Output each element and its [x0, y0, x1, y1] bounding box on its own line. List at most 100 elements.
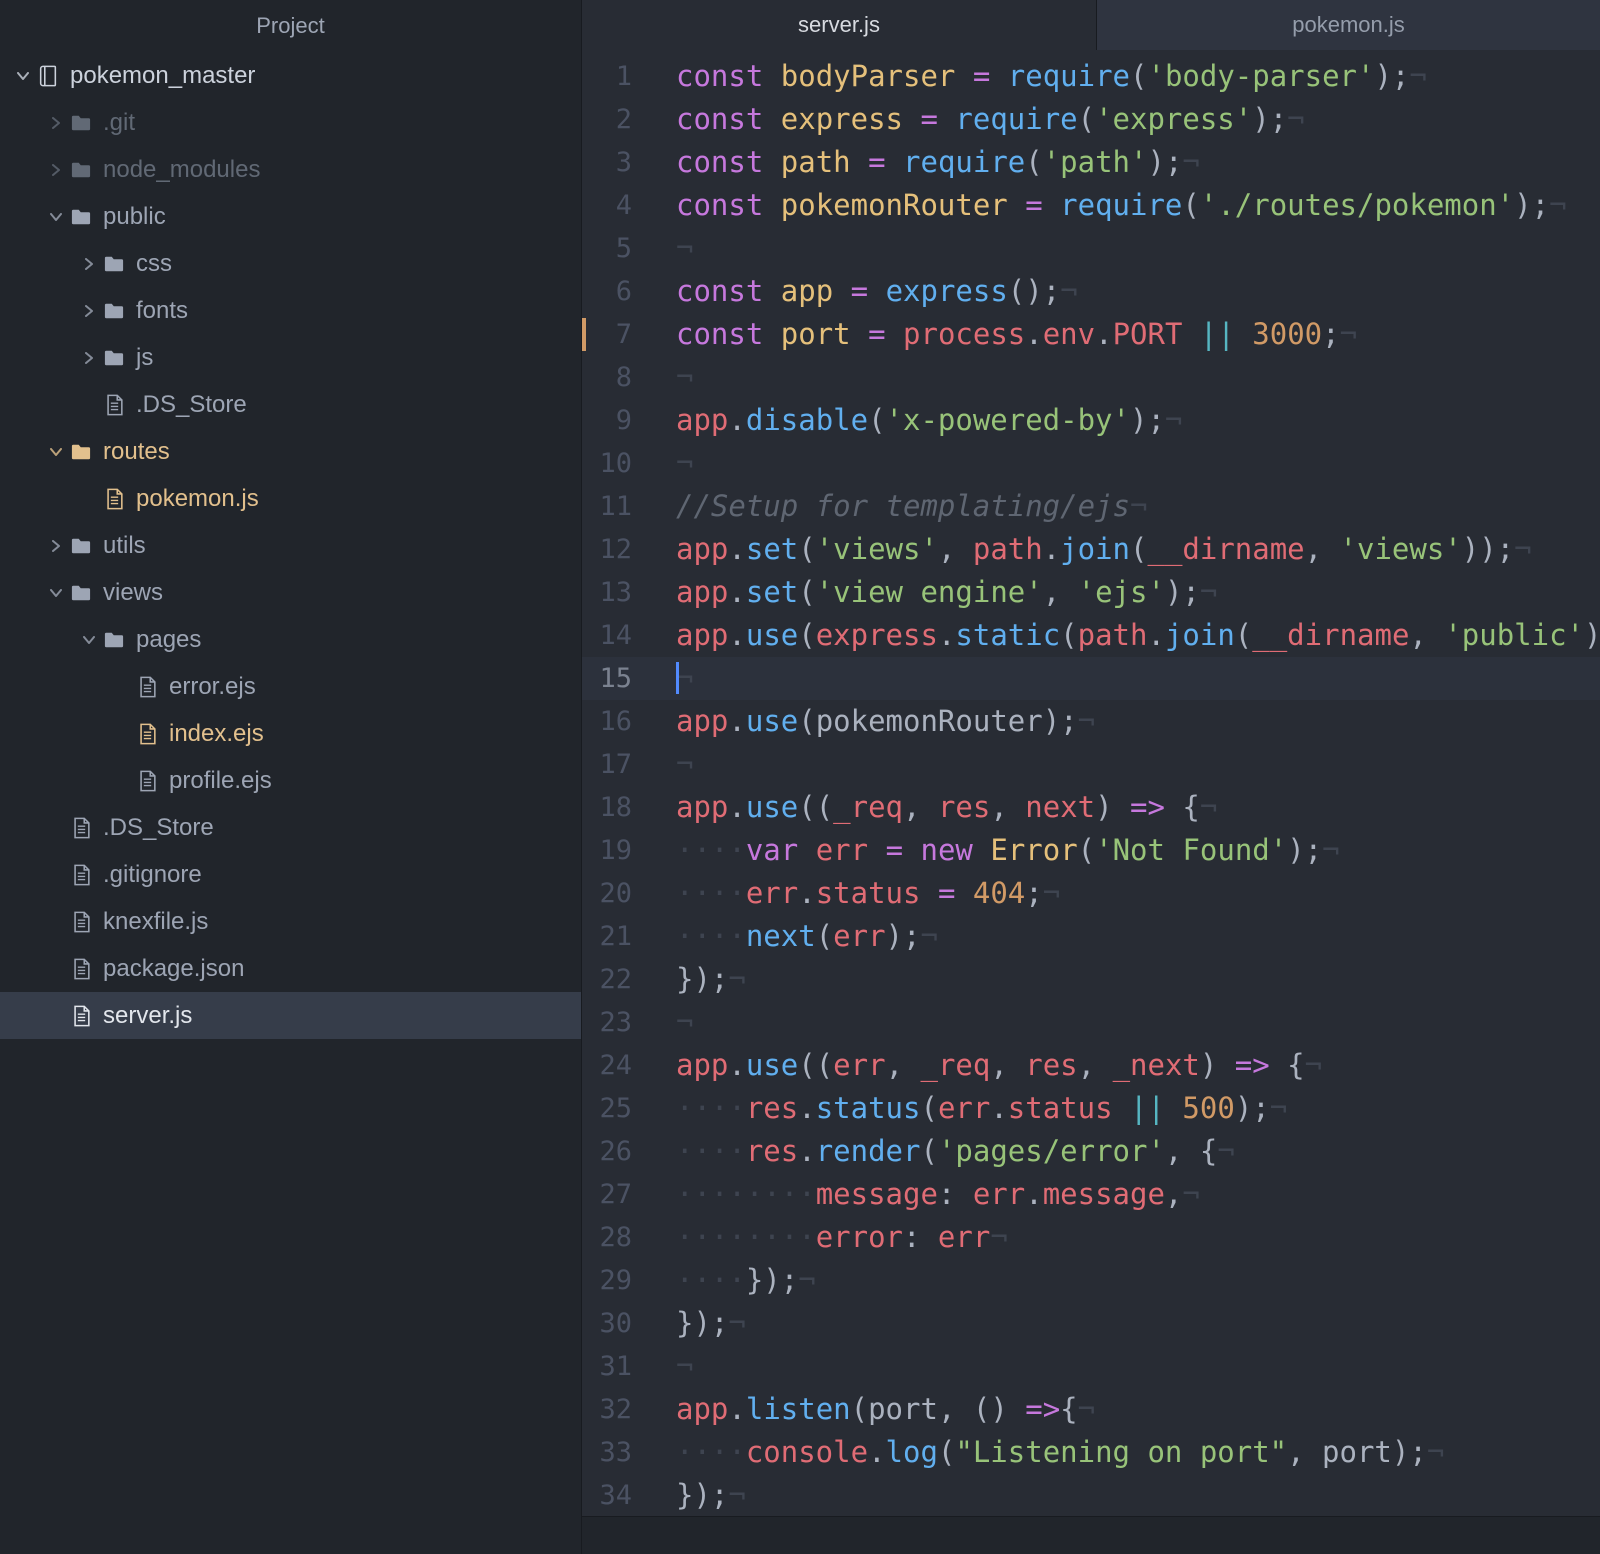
tree-item-label: .DS_Store: [136, 390, 247, 418]
code-line-12[interactable]: 12 app.set('views', path.join(__dirname, …: [582, 528, 1600, 571]
line-number: 4: [615, 190, 632, 221]
tree-item-label: pages: [136, 625, 202, 653]
code-line-3[interactable]: 3 const path = require('path');¬: [582, 141, 1600, 184]
tree-item-css[interactable]: css: [0, 240, 581, 287]
tree-item-error.ejs[interactable]: error.ejs: [0, 663, 581, 710]
tab-server-js[interactable]: server.js: [582, 0, 1096, 50]
code-line-18[interactable]: 18 app.use((_req, res, next) => {¬: [582, 786, 1600, 829]
tab-pokemon-js[interactable]: pokemon.js: [1096, 0, 1600, 50]
chevron-expanded-icon[interactable]: [76, 632, 102, 648]
code-line-34[interactable]: 34});¬: [582, 1474, 1600, 1516]
code-line-17[interactable]: 17 ¬: [582, 743, 1600, 786]
code-line-16[interactable]: 16 app.use(pokemonRouter);¬: [582, 700, 1600, 743]
chevron-collapsed-icon[interactable]: [43, 115, 69, 131]
line-number: 24: [599, 1050, 632, 1081]
line-number: 11: [599, 491, 632, 522]
chevron-expanded-icon[interactable]: [43, 209, 69, 225]
code-line-29[interactable]: 29 ····});¬: [582, 1259, 1600, 1302]
chevron-collapsed-icon[interactable]: [43, 538, 69, 554]
tree-item-views[interactable]: views: [0, 569, 581, 616]
tree-item-pokemon-master[interactable]: pokemon_master: [0, 52, 581, 99]
line-number: 18: [599, 792, 632, 823]
tree-item-profile.ejs[interactable]: profile.ejs: [0, 757, 581, 804]
code-line-22[interactable]: 22});¬: [582, 958, 1600, 1001]
tree-item-js[interactable]: js: [0, 334, 581, 381]
code-line-32[interactable]: 32 app.listen(port, () =>{¬: [582, 1388, 1600, 1431]
tree-item-routes[interactable]: routes: [0, 428, 581, 475]
code-line-28[interactable]: 28 ········error: err¬: [582, 1216, 1600, 1259]
chevron-collapsed-icon[interactable]: [76, 256, 102, 272]
folder-icon: [102, 346, 126, 370]
code-line-content: app.set('view engine', 'ejs');¬: [676, 575, 1218, 609]
code-line-6[interactable]: 6 const app = express();¬: [582, 270, 1600, 313]
chevron-expanded-icon[interactable]: [10, 68, 36, 84]
code-line-content: });¬: [676, 1306, 746, 1340]
code-line-13[interactable]: 13 app.set('view engine', 'ejs');¬: [582, 571, 1600, 614]
tree-item-.gitignore[interactable]: .gitignore: [0, 851, 581, 898]
tree-item-label: .DS_Store: [103, 813, 214, 841]
code-line-1[interactable]: 1 const bodyParser = require('body-parser…: [582, 55, 1600, 98]
tree-item-pokemon.js[interactable]: pokemon.js: [0, 475, 581, 522]
tree-item-knexfile.js[interactable]: knexfile.js: [0, 898, 581, 945]
tree-item-server.js[interactable]: server.js: [0, 992, 581, 1039]
code-line-21[interactable]: 21 ····next(err);¬: [582, 915, 1600, 958]
code-line-9[interactable]: 9 app.disable('x-powered-by');¬: [582, 399, 1600, 442]
code-line-24[interactable]: 24 app.use((err, _req, res, _next) => {¬: [582, 1044, 1600, 1087]
file-icon: [69, 863, 93, 887]
code-line-27[interactable]: 27 ········message: err.message,¬: [582, 1173, 1600, 1216]
code-line-content: const port = process.env.PORT || 3000;¬: [676, 317, 1358, 351]
line-number: 19: [599, 835, 632, 866]
code-line-23[interactable]: 23 ¬: [582, 1001, 1600, 1044]
line-number: 12: [599, 534, 632, 565]
line-number: 6: [615, 276, 632, 307]
horizontal-scrollbar-track[interactable]: [582, 1516, 1600, 1554]
code-line-content: });¬: [676, 1478, 746, 1512]
tree-item-index.ejs[interactable]: index.ejs: [0, 710, 581, 757]
code-line-20[interactable]: 20 ····err.status = 404;¬: [582, 872, 1600, 915]
code-line-7[interactable]: 7 const port = process.env.PORT || 3000;¬: [582, 313, 1600, 356]
tree-item-label: .git: [103, 108, 136, 136]
code-line-5[interactable]: 5 ¬: [582, 227, 1600, 270]
code-line-14[interactable]: 14 app.use(express.static(path.join(__dir…: [582, 614, 1600, 657]
code-line-31[interactable]: 31 ¬: [582, 1345, 1600, 1388]
folder-icon: [69, 534, 93, 558]
code-line-30[interactable]: 30 });¬: [582, 1302, 1600, 1345]
tree-item-pages[interactable]: pages: [0, 616, 581, 663]
code-line-25[interactable]: 25 ····res.status(err.status || 500);¬: [582, 1087, 1600, 1130]
tree-item-fonts[interactable]: fonts: [0, 287, 581, 334]
code-line-2[interactable]: 2 const express = require('express');¬: [582, 98, 1600, 141]
code-line-11[interactable]: 11 //Setup for templating/ejs¬: [582, 485, 1600, 528]
tree-item-utils[interactable]: utils: [0, 522, 581, 569]
tree-item-.ds-store[interactable]: .DS_Store: [0, 804, 581, 851]
text-cursor: [676, 662, 679, 694]
code-line-33[interactable]: 33 ····console.log("Listening on port", p…: [582, 1431, 1600, 1474]
code-line-content: app.use(pokemonRouter);¬: [676, 704, 1096, 738]
line-number: 31: [599, 1351, 632, 1382]
chevron-collapsed-icon[interactable]: [43, 162, 69, 178]
tree-item-node-modules[interactable]: node_modules: [0, 146, 581, 193]
chevron-expanded-icon[interactable]: [43, 585, 69, 601]
code-line-15[interactable]: 15 ¬: [582, 657, 1600, 700]
file-tree: pokemon_master .git node_modules public css f…: [0, 52, 581, 1554]
line-number: 30: [599, 1308, 632, 1339]
code-editor[interactable]: 1 const bodyParser = require('body-parser…: [582, 50, 1600, 1516]
line-number: 2: [615, 104, 632, 135]
tree-item-.git[interactable]: .git: [0, 99, 581, 146]
code-line-10[interactable]: 10 ¬: [582, 442, 1600, 485]
line-number: 13: [599, 577, 632, 608]
code-line-content: app.use((_req, res, next) => {¬: [676, 790, 1218, 824]
code-line-8[interactable]: 8 ¬: [582, 356, 1600, 399]
file-icon: [135, 722, 159, 746]
chevron-collapsed-icon[interactable]: [76, 303, 102, 319]
tree-item-package.json[interactable]: package.json: [0, 945, 581, 992]
tree-item-public[interactable]: public: [0, 193, 581, 240]
code-line-19[interactable]: 19 ····var err = new Error('Not Found');¬: [582, 829, 1600, 872]
code-line-4[interactable]: 4 const pokemonRouter = require('./routes…: [582, 184, 1600, 227]
line-number: 29: [599, 1265, 632, 1296]
chevron-collapsed-icon[interactable]: [76, 350, 102, 366]
tree-item-.ds-store[interactable]: .DS_Store: [0, 381, 581, 428]
code-line-26[interactable]: 26 ····res.render('pages/error', {¬: [582, 1130, 1600, 1173]
code-line-content: ¬: [676, 231, 694, 265]
chevron-expanded-icon[interactable]: [43, 444, 69, 460]
folder-icon: [69, 581, 93, 605]
